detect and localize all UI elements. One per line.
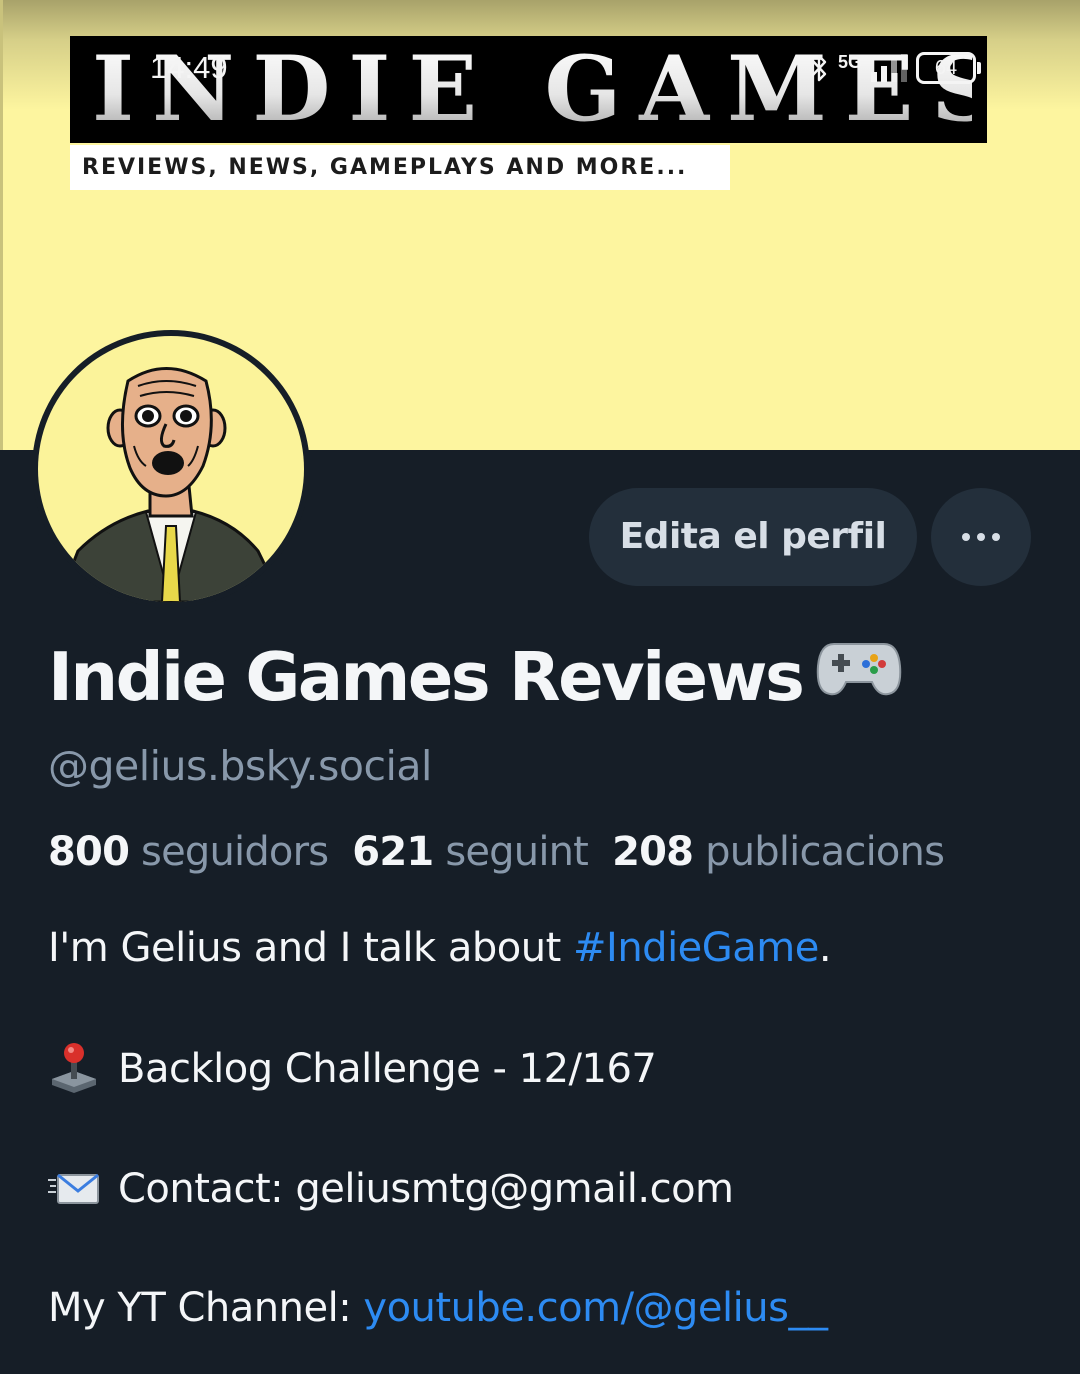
- banner-logo-tagline: REVIEWS, NEWS, GAMEPLAYS AND MORE...: [70, 145, 730, 190]
- ellipsis-icon: [977, 533, 985, 541]
- profile-stats: 800 seguidors 621 seguint 208 publicacions: [48, 824, 945, 880]
- battery-icon: 64: [916, 52, 982, 84]
- followers-count: 800: [48, 829, 130, 875]
- bio-line-contact: Contact: geliusmtg@gmail.com: [48, 1161, 734, 1217]
- more-options-button[interactable]: [931, 488, 1031, 586]
- youtube-link[interactable]: youtube.com/@gelius__: [363, 1285, 828, 1331]
- edit-profile-button[interactable]: Edita el perfil: [589, 488, 917, 586]
- network-type: 5G: [838, 51, 863, 72]
- bio-line-intro: I'm Gelius and I talk about #IndieGame.: [48, 920, 832, 976]
- signal-icon: [871, 54, 908, 82]
- hashtag-link[interactable]: #IndieGame: [573, 925, 819, 971]
- display-name-text: Indie Games Reviews: [48, 638, 805, 716]
- status-icons: 5G 64: [808, 48, 982, 88]
- posts-label: publicacions: [705, 829, 945, 875]
- joystick-icon: [52, 1043, 96, 1093]
- bio-intro-end: .: [818, 925, 832, 971]
- bluetooth-icon: [811, 54, 827, 82]
- following-label: seguint: [445, 829, 589, 875]
- game-controller-icon: [816, 630, 902, 720]
- avatar-image: [38, 336, 304, 602]
- followers-stat[interactable]: 800 seguidors: [48, 829, 329, 875]
- bio-intro-text: I'm Gelius and I talk about: [48, 925, 574, 971]
- banner-edge: [0, 0, 3, 450]
- ellipsis-icon: [992, 533, 1000, 541]
- status-time: 14:49: [150, 50, 228, 85]
- bio-youtube-label: My YT Channel:: [48, 1285, 364, 1331]
- following-count: 621: [352, 829, 434, 875]
- ellipsis-icon: [962, 533, 970, 541]
- avatar-illustration-icon: [56, 367, 285, 602]
- bio-line-youtube: My YT Channel: youtube.com/@gelius__: [48, 1280, 828, 1336]
- posts-stat: 208 publicacions: [612, 829, 945, 875]
- following-stat[interactable]: 621 seguint: [352, 829, 589, 875]
- bio-line-backlog: Backlog Challenge - 12/167: [48, 1041, 657, 1097]
- posts-count: 208: [612, 829, 694, 875]
- bio-backlog-text: Backlog Challenge - 12/167: [118, 1046, 657, 1092]
- incoming-envelope-icon: [48, 1173, 99, 1204]
- profile-handle: @gelius.bsky.social: [48, 742, 432, 790]
- avatar[interactable]: [32, 330, 310, 608]
- bio-contact-text: Contact: geliusmtg@gmail.com: [118, 1166, 734, 1212]
- profile-display-name: Indie Games Reviews: [48, 632, 902, 726]
- followers-label: seguidors: [141, 829, 329, 875]
